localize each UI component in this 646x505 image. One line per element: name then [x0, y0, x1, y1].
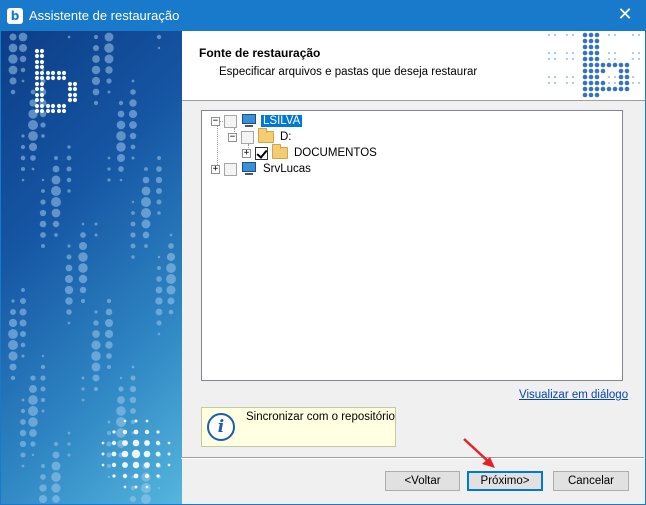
- back-button[interactable]: <Voltar: [385, 471, 460, 491]
- sync-info-box: i Sincronizar com o repositório: [201, 407, 396, 447]
- checkbox-d-drive[interactable]: [241, 130, 254, 144]
- computer-icon: [241, 114, 257, 128]
- wizard-side-banner: [1, 31, 182, 504]
- tree-node-label[interactable]: DOCUMENTOS: [292, 147, 379, 159]
- folder-icon: [272, 144, 288, 159]
- tree-node-label[interactable]: LSILVA: [261, 115, 303, 127]
- info-icon: i: [207, 413, 235, 441]
- expand-icon[interactable]: +: [211, 164, 220, 174]
- tree-node-d-drive[interactable]: − D:: [228, 128, 294, 145]
- page-title: Fonte de restauração: [199, 46, 321, 60]
- tree-node-documentos[interactable]: + DOCUMENTOS: [242, 144, 379, 161]
- restore-source-tree[interactable]: − LSILVA − D: + DOCUMENTOS + SrvLucas: [201, 110, 623, 381]
- collapse-icon[interactable]: −: [228, 132, 237, 142]
- checkbox-documentos[interactable]: [255, 146, 268, 160]
- red-arrow-icon: [463, 438, 495, 468]
- tree-node-label[interactable]: SrvLucas: [261, 163, 313, 175]
- info-text: Sincronizar com o repositório: [246, 411, 395, 423]
- window-title: Assistente de restauração: [29, 8, 180, 23]
- logo-dots-icon: [547, 32, 641, 98]
- tree-node-srvlucas[interactable]: + SrvLucas: [211, 161, 313, 177]
- wizard-header: Fonte de restauração Especificar arquivo…: [182, 31, 645, 101]
- tree-node-lsilva[interactable]: − LSILVA: [211, 113, 303, 129]
- cancel-button[interactable]: Cancelar: [553, 471, 629, 491]
- footer-separator: [181, 457, 644, 459]
- expand-icon[interactable]: +: [242, 148, 251, 158]
- checkbox-lsilva[interactable]: [224, 114, 237, 128]
- app-icon: b: [7, 8, 23, 24]
- collapse-icon[interactable]: −: [211, 116, 220, 126]
- page-subtitle: Especificar arquivos e pastas que deseja…: [219, 66, 478, 78]
- folder-icon: [258, 128, 274, 143]
- next-button[interactable]: Próximo>: [467, 471, 543, 491]
- checkbox-srvlucas[interactable]: [224, 162, 237, 176]
- dot-pattern-decoration: [8, 32, 176, 504]
- computer-icon: [241, 162, 257, 176]
- tree-node-label[interactable]: D:: [278, 131, 294, 143]
- view-in-dialog-link[interactable]: Visualizar em diálogo: [519, 389, 628, 401]
- close-icon[interactable]: ✕: [615, 5, 635, 25]
- title-bar: b Assistente de restauração ✕: [1, 1, 645, 31]
